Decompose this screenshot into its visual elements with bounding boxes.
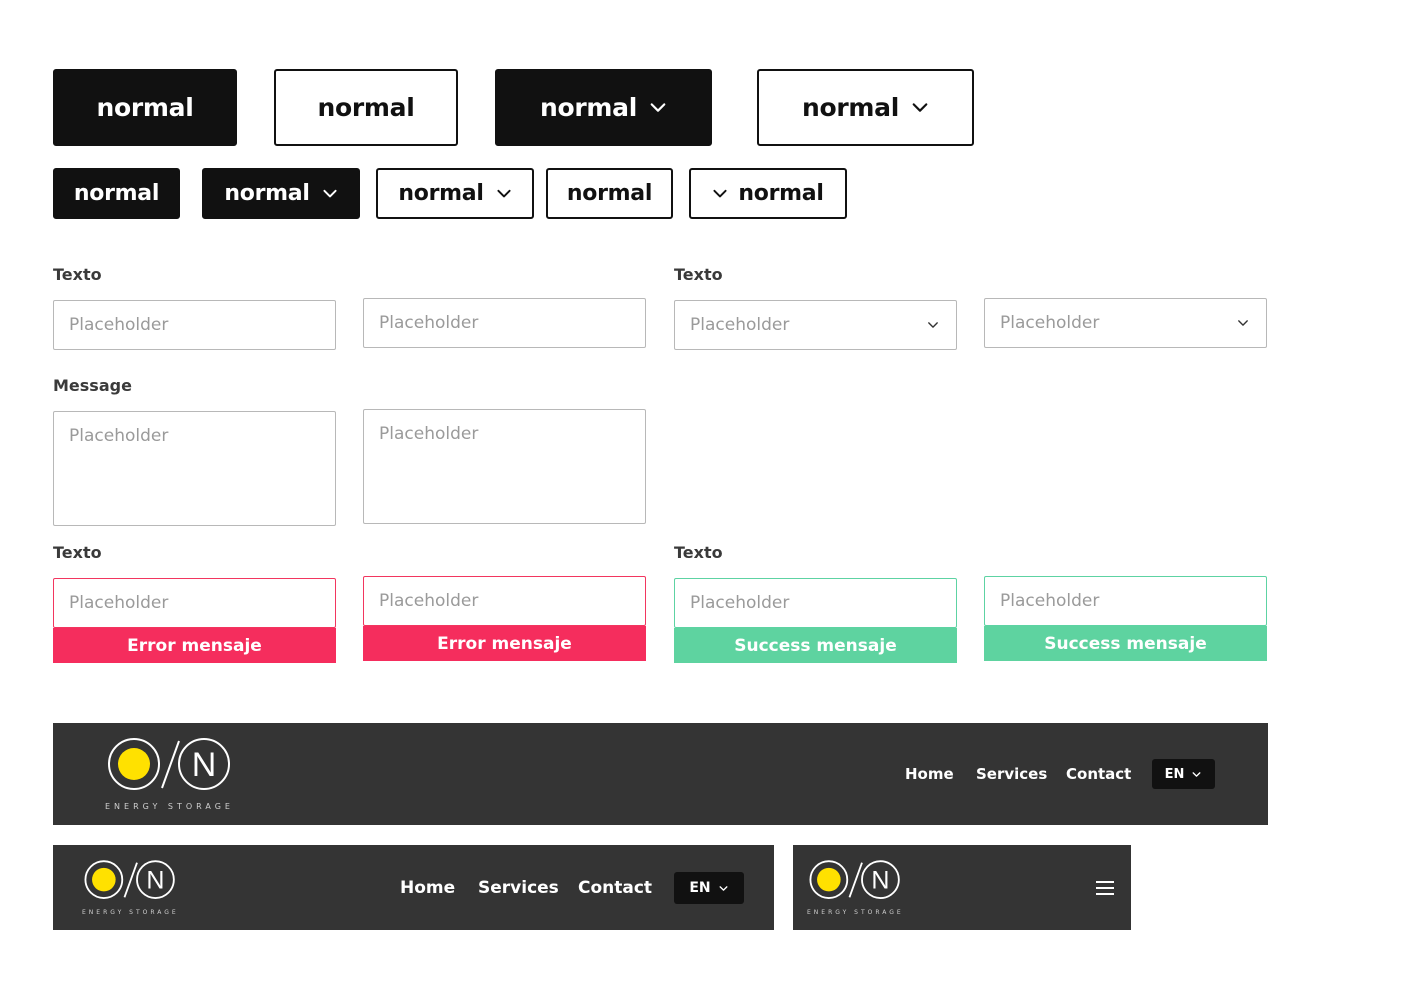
language-selector[interactable]: EN: [1152, 759, 1215, 789]
field-label: Texto: [53, 265, 102, 284]
nav-link-contact[interactable]: Contact: [578, 878, 652, 898]
button-label: normal: [540, 93, 637, 122]
field-label: Texto: [674, 265, 723, 284]
button-label: normal: [738, 181, 824, 206]
button-outline-small[interactable]: normal: [546, 168, 673, 219]
chevron-down-icon: [1236, 316, 1250, 330]
logo-tagline: ENERGY STORAGE: [82, 909, 179, 916]
button-label: normal: [398, 181, 484, 206]
input-placeholder: Placeholder: [69, 315, 169, 335]
message-textarea[interactable]: Placeholder: [363, 409, 646, 524]
language-selector[interactable]: EN: [674, 872, 744, 904]
success-message: Success mensaje: [984, 626, 1267, 661]
text-input[interactable]: Placeholder: [53, 300, 336, 350]
nav-link-services[interactable]: Services: [478, 878, 559, 898]
input-placeholder: Placeholder: [69, 593, 169, 613]
chevron-down-icon: [926, 318, 940, 332]
text-input-error[interactable]: Placeholder: [53, 578, 336, 628]
field-label: Message: [53, 376, 132, 395]
dropdown-button-dark-large[interactable]: normal: [495, 69, 712, 146]
chevron-down-icon: [1191, 769, 1202, 780]
text-input-success[interactable]: Placeholder: [674, 578, 957, 628]
input-placeholder: Placeholder: [69, 426, 169, 446]
svg-text:N: N: [146, 866, 164, 894]
input-placeholder: Placeholder: [379, 424, 479, 444]
error-message: Error mensaje: [53, 628, 336, 663]
navbar-desktop: N ENERGY STORAGE Home Services Contact E…: [53, 723, 1268, 825]
input-placeholder: Placeholder: [690, 315, 790, 335]
svg-text:N: N: [192, 746, 217, 784]
logo-tagline: ENERGY STORAGE: [105, 802, 234, 811]
svg-text:N: N: [871, 866, 889, 894]
language-label: EN: [689, 880, 711, 896]
input-placeholder: Placeholder: [690, 593, 790, 613]
field-label: Texto: [53, 543, 102, 562]
chevron-down-icon: [718, 883, 729, 894]
nav-link-contact[interactable]: Contact: [1066, 765, 1131, 783]
navbar-mobile: N ENERGY STORAGE: [793, 845, 1131, 930]
text-input-success[interactable]: Placeholder: [984, 576, 1267, 626]
input-placeholder: Placeholder: [379, 313, 479, 333]
text-input-error[interactable]: Placeholder: [363, 576, 646, 626]
logo-tagline: ENERGY STORAGE: [807, 909, 904, 916]
hamburger-menu-icon[interactable]: [1096, 881, 1114, 895]
input-placeholder: Placeholder: [1000, 591, 1100, 611]
chevron-down-icon: [911, 99, 929, 117]
select-input[interactable]: Placeholder: [674, 300, 957, 350]
dropdown-button-dark-small[interactable]: normal: [202, 168, 360, 219]
button-label: normal: [73, 181, 160, 206]
button-dark-large[interactable]: normal: [53, 69, 237, 146]
logo-icon[interactable]: N: [808, 859, 902, 901]
button-label: normal: [224, 181, 310, 206]
success-message: Success mensaje: [674, 628, 957, 663]
logo-icon[interactable]: N: [106, 736, 233, 793]
nav-link-home[interactable]: Home: [400, 878, 455, 898]
dropdown-button-outline-small-leading-icon[interactable]: normal: [689, 168, 847, 219]
message-textarea[interactable]: Placeholder: [53, 411, 336, 526]
button-label: normal: [802, 93, 899, 122]
nav-link-services[interactable]: Services: [976, 765, 1047, 783]
nav-link-home[interactable]: Home: [905, 765, 954, 783]
chevron-down-icon: [649, 99, 667, 117]
input-placeholder: Placeholder: [1000, 313, 1100, 333]
navbar-tablet: N ENERGY STORAGE Home Services Contact E…: [53, 845, 774, 930]
button-dark-small[interactable]: normal: [53, 168, 180, 219]
select-input[interactable]: Placeholder: [984, 298, 1267, 348]
language-label: EN: [1164, 766, 1185, 782]
text-input[interactable]: Placeholder: [363, 298, 646, 348]
chevron-down-icon: [496, 186, 512, 202]
chevron-down-icon: [712, 186, 728, 202]
dropdown-button-outline-small[interactable]: normal: [376, 168, 534, 219]
error-message: Error mensaje: [363, 626, 646, 661]
button-label: normal: [566, 181, 653, 206]
logo-icon[interactable]: N: [83, 859, 177, 901]
button-label: normal: [96, 93, 194, 122]
chevron-down-icon: [322, 186, 338, 202]
button-outline-large[interactable]: normal: [274, 69, 458, 146]
input-placeholder: Placeholder: [379, 591, 479, 611]
dropdown-button-outline-large[interactable]: normal: [757, 69, 974, 146]
button-label: normal: [317, 93, 415, 122]
field-label: Texto: [674, 543, 723, 562]
